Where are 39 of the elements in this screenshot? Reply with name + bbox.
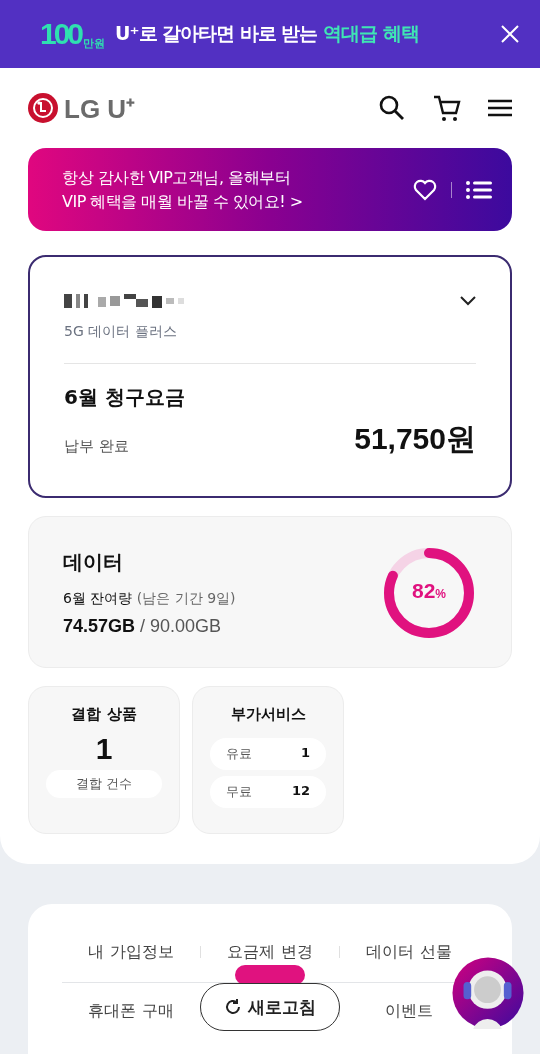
vip-banner[interactable]: 항상 감사한 VIP고객님, 올해부터 VIP 혜택을 매월 바꿀 수 있어요! > xyxy=(28,148,512,231)
promo-unit: 만원 xyxy=(83,36,106,51)
list-icon[interactable] xyxy=(466,179,492,200)
menu-link[interactable]: 이벤트 xyxy=(383,1000,435,1022)
bill-title: 6월 청구요금 xyxy=(64,384,186,411)
vip-text: 항상 감사한 VIP고객님, 올해부터 VIP 혜택을 매월 바꿀 수 있어요! > xyxy=(62,166,303,213)
addon-row[interactable]: 무료 12 xyxy=(210,776,326,808)
cart-icon[interactable] xyxy=(432,93,462,123)
bundle-count: 1 xyxy=(95,732,113,766)
search-icon[interactable] xyxy=(378,94,406,122)
promo-text: U⁺로 갈아타면 바로 받는 역대급 혜택 xyxy=(115,21,419,46)
addon-card[interactable]: 부가서비스 유료 1 무료 12 xyxy=(192,686,344,834)
usage-percent: 82% xyxy=(411,579,447,603)
card-title: 결합 상품 xyxy=(71,705,137,724)
menu-icon[interactable] xyxy=(488,98,512,118)
refresh-button[interactable]: 새로고침 xyxy=(200,983,340,1031)
menu-link[interactable]: 내 가입정보 xyxy=(86,941,176,963)
bill-amount: 51,750원 xyxy=(354,421,476,457)
refresh-icon xyxy=(224,998,242,1016)
promo-amount: 100 xyxy=(40,17,82,51)
data-card[interactable]: 데이터 6월 잔여량 (남은 기간 9일) 74.57GB / 90.00GB 82% xyxy=(28,516,512,668)
payment-status: 납부 완료 xyxy=(64,437,129,457)
logo-icon xyxy=(28,93,58,123)
remaining-label: 6월 잔여량 (남은 기간 9일) xyxy=(63,590,236,608)
count-caption: 결합 건수 xyxy=(46,770,162,798)
menu-link[interactable]: 데이터 선물 xyxy=(364,941,454,963)
data-amount: 74.57GB / 90.00GB xyxy=(63,616,223,637)
close-icon[interactable] xyxy=(500,24,520,44)
heart-icon[interactable] xyxy=(413,178,437,201)
logo-text[interactable]: LG U⁺ xyxy=(64,90,136,126)
bundle-card[interactable]: 결합 상품 1 결합 건수 xyxy=(28,686,180,834)
menu-link[interactable]: 요금제 변경 xyxy=(225,941,315,963)
chatbot-icon[interactable] xyxy=(452,957,524,1029)
card-title: 부가서비스 xyxy=(230,705,306,724)
data-title: 데이터 xyxy=(63,549,124,576)
menu-link[interactable]: 휴대폰 구매 xyxy=(86,1000,176,1022)
plan-name: 5G 데이터 플러스 xyxy=(64,323,178,341)
chevron-icon[interactable] xyxy=(460,296,476,306)
addon-row[interactable]: 유료 1 xyxy=(210,738,326,770)
